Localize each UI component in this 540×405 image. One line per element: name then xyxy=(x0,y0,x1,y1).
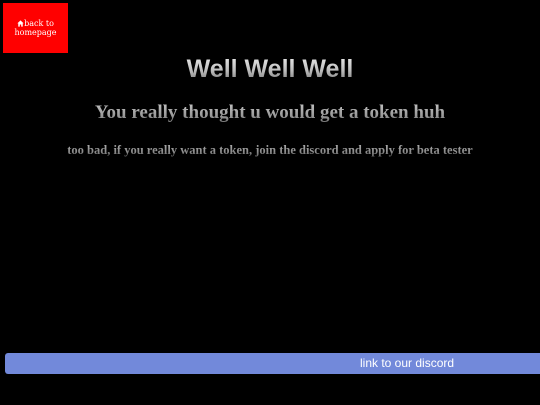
back-to-homepage-button[interactable]: back to homepage xyxy=(3,3,68,53)
discord-link-button[interactable]: link to our discord xyxy=(5,353,540,374)
page-subtitle: You really thought u would get a token h… xyxy=(0,101,540,125)
discord-link-label: link to our discord xyxy=(360,356,455,370)
info-message: too bad, if you really want a token, joi… xyxy=(0,142,540,158)
page-title: Well Well Well xyxy=(0,54,540,84)
